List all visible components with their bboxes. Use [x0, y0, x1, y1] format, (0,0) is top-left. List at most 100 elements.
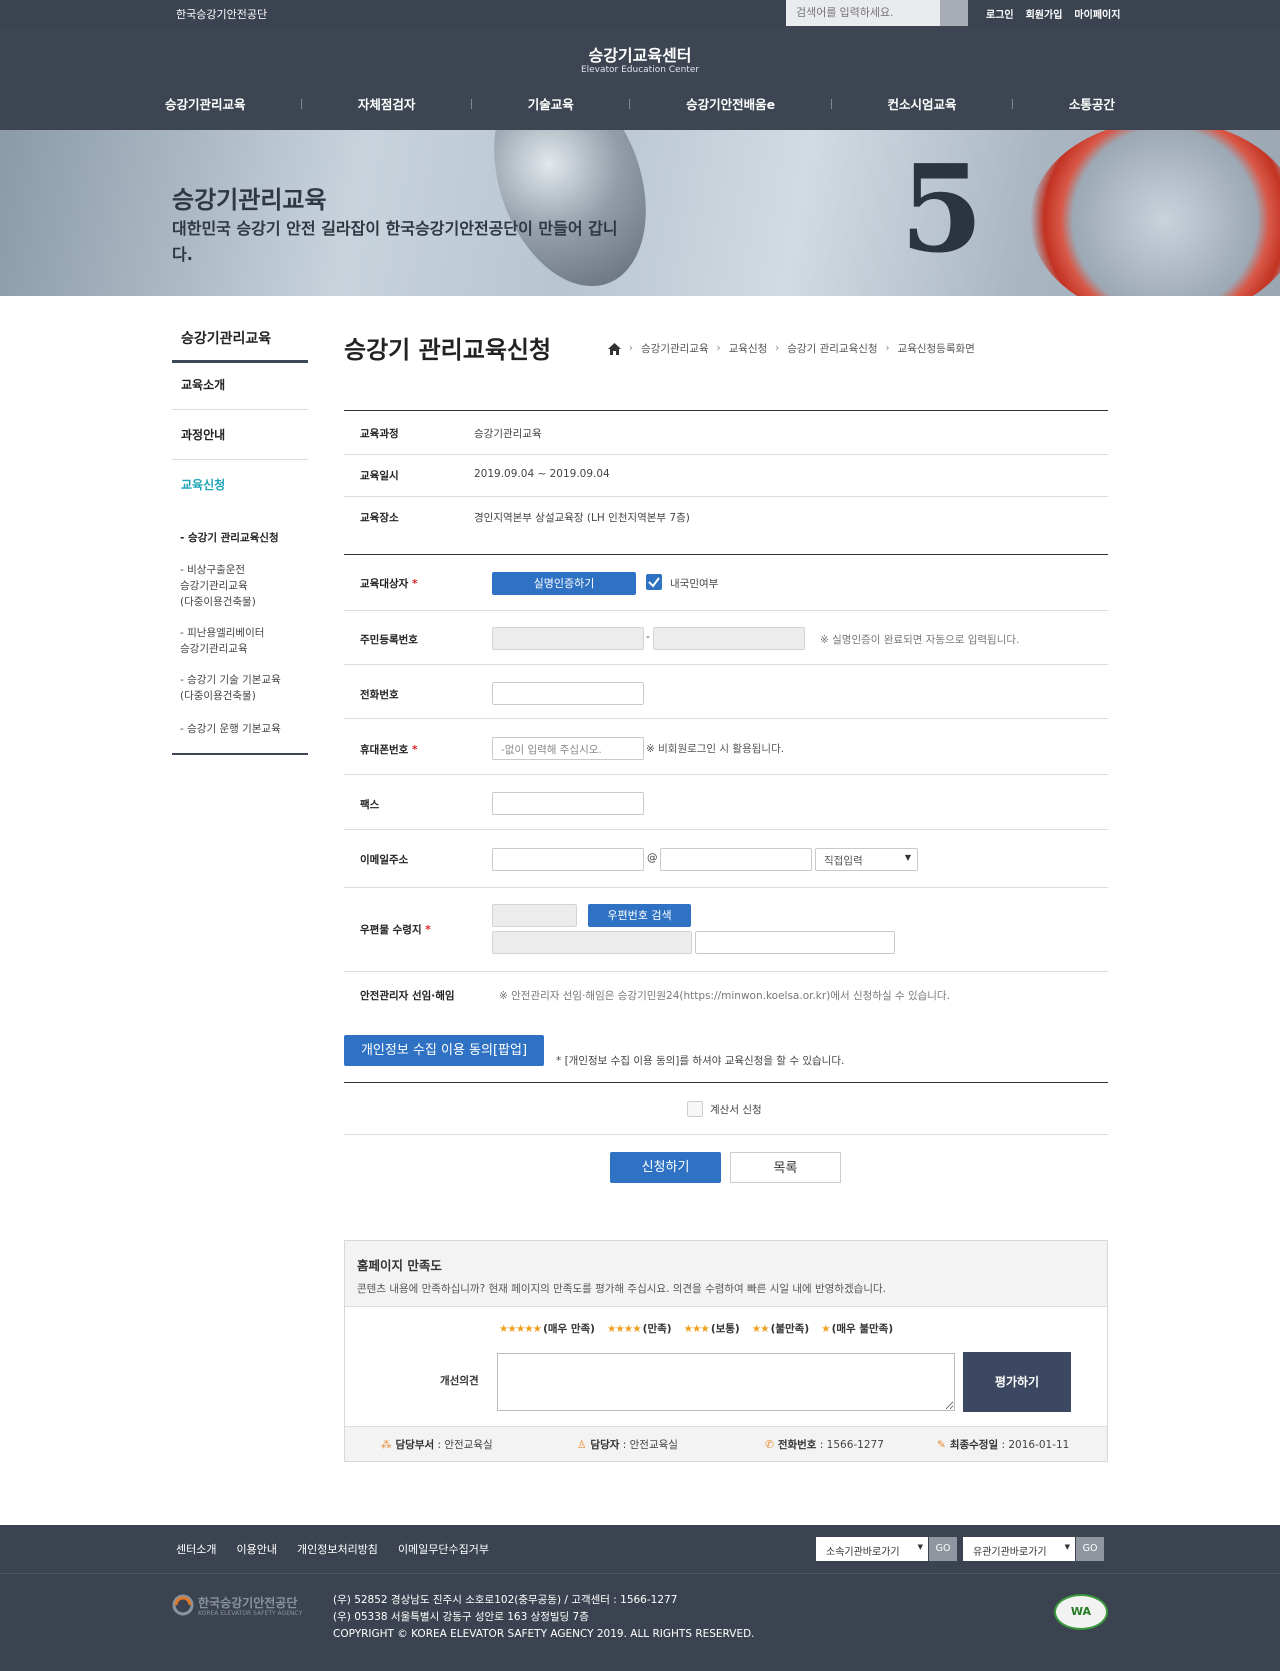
real-name-auth-button[interactable]: 실명인증하기 — [492, 572, 636, 595]
email-id-input[interactable] — [492, 848, 644, 871]
list-button[interactable]: 목록 — [730, 1152, 841, 1183]
related-select[interactable]: 유관기관바로가기 ▼ — [963, 1537, 1075, 1561]
row-divider — [344, 774, 1108, 775]
page-title: 승강기 관리교육신청 — [344, 336, 552, 364]
agency-logo-icon — [172, 1594, 194, 1616]
lnb-sub-tech-basic[interactable]: - 승강기 기술 기본교육 (다중이용건축물) — [180, 672, 310, 704]
agency-logo-en: KOREA ELEVATOR SAFETY AGENCY — [198, 1610, 303, 1617]
lnb-item-apply[interactable]: 교육신청 — [172, 460, 308, 510]
web-accessibility-mark: WA — [1054, 1594, 1108, 1630]
chevron-right-icon: › — [716, 343, 721, 354]
nav-item-self-inspector[interactable]: 자체점검자 — [358, 94, 416, 113]
mypage-link[interactable]: 마이페이지 — [1074, 6, 1120, 21]
nav-item-community[interactable]: 소통공간 — [1069, 94, 1115, 113]
hero-decoration — [466, 130, 674, 296]
breadcrumb-item[interactable]: 승강기관리교육 — [641, 341, 709, 356]
lnb-sub-operation-basic[interactable]: - 승강기 운행 기본교육 — [180, 721, 310, 737]
footer-link-guide[interactable]: 이용안내 — [236, 1541, 276, 1557]
lnb-sub-mgmt-apply[interactable]: - 승강기 관리교육신청 — [180, 530, 310, 546]
rrn-back-input[interactable] — [653, 627, 805, 650]
home-icon[interactable] — [608, 342, 621, 355]
lnb-item-intro[interactable]: 교육소개 — [172, 360, 308, 410]
search-button[interactable] — [940, 0, 968, 26]
row-divider — [344, 1134, 1108, 1135]
site-logo[interactable]: 승강기교육센터 — [0, 42, 1280, 66]
star-icon: ★★★★ — [606, 1323, 642, 1335]
course-value: 승강기관리교육 — [474, 428, 542, 440]
rrn-front-input[interactable] — [492, 627, 644, 650]
email-label: 이메일주소 — [360, 854, 409, 866]
rate-submit-button[interactable]: 평가하기 — [963, 1352, 1071, 1412]
star-icon: ★★ — [751, 1323, 770, 1335]
tel-info: ✆ 전화번호 : 1566-1277 — [765, 1439, 884, 1451]
rating-option-1[interactable]: ★ (매우 불만족) — [821, 1321, 893, 1336]
footer-nav: 센터소개 이용안내 개인정보처리방침 이메일무단수집거부 소속기관바로가기 ▼ G… — [0, 1525, 1280, 1573]
nav-item-consortium[interactable]: 컨소시엄교육 — [888, 94, 957, 113]
address-detail-input[interactable] — [695, 931, 895, 954]
rrn-dash: - — [646, 631, 650, 643]
comment-label: 개선의견 — [440, 1375, 479, 1387]
footer-links: 센터소개 이용안내 개인정보처리방침 이메일무단수집거부 — [176, 1541, 489, 1557]
dropdown-arrow-icon: ▼ — [904, 853, 911, 862]
rrn-label: 주민등록번호 — [360, 634, 418, 646]
satisfaction-desc: 콘텐츠 내용에 만족하십니까? 현재 페이지의 만족도를 평가해 주십시요. 의… — [357, 1283, 886, 1295]
chevron-right-icon: › — [775, 343, 780, 354]
lnb-item-course[interactable]: 과정안내 — [172, 410, 308, 460]
form-table-top — [344, 554, 1108, 555]
footer-link-about[interactable]: 센터소개 — [176, 1541, 216, 1557]
mobile-input[interactable]: -없이 입력해 주십시오. — [492, 737, 644, 760]
address-input[interactable] — [492, 931, 692, 954]
affiliate-go-button[interactable]: GO — [929, 1537, 957, 1561]
satisfaction-header: 홈페이지 만족도 콘텐츠 내용에 만족하십니까? 현재 페이지의 만족도를 평가… — [345, 1241, 1107, 1307]
phone-input[interactable] — [492, 682, 644, 705]
copyright: COPYRIGHT © KOREA ELEVATOR SAFETY AGENCY… — [333, 1628, 755, 1640]
nav-item-management[interactable]: 승강기관리교육 — [165, 94, 246, 113]
org-name[interactable]: 한국승강기안전공단 — [176, 6, 267, 22]
rating-option-3[interactable]: ★★★ (보통) — [684, 1321, 740, 1336]
consent-divider — [344, 1082, 1108, 1083]
domestic-checkbox[interactable] — [646, 574, 662, 590]
email-domain-input[interactable] — [660, 848, 812, 871]
breadcrumb-item: 교육신청등록화면 — [897, 343, 975, 355]
zipcode-input[interactable] — [492, 904, 577, 927]
breadcrumb-item[interactable]: 승강기 관리교육신청 — [787, 341, 877, 356]
dept-info: ⁂ 담당부서 : 안전교육실 — [381, 1439, 493, 1451]
login-link[interactable]: 로그인 — [986, 6, 1014, 21]
satisfaction-title: 홈페이지 만족도 — [357, 1258, 442, 1273]
hero-banner: 5 승강기관리교육 대한민국 승강기 안전 길라잡이 한국승강기안전공단이 만들… — [0, 130, 1280, 296]
rating-option-5[interactable]: ★★★★★ (매우 만족) — [499, 1321, 595, 1336]
dropdown-arrow-icon: ▼ — [917, 1543, 923, 1551]
rating-option-2[interactable]: ★★ (불만족) — [752, 1321, 809, 1336]
row-divider — [344, 971, 1108, 972]
nav-item-elearning[interactable]: 승강기안전배움e — [686, 94, 775, 113]
row-divider — [344, 496, 1108, 497]
place-value: 경인지역본부 상설교육장 (LH 인천지역본부 7층) — [474, 512, 690, 524]
footer-link-email-refusal[interactable]: 이메일무단수집거부 — [398, 1541, 489, 1557]
email-domain-select[interactable]: 직접입력 ▼ — [815, 848, 918, 871]
date-label: 교육일시 — [360, 470, 399, 482]
lnb-sub-evacuation[interactable]: - 피난용엘리베이터 승강기관리교육 — [180, 625, 310, 657]
lnb-divider — [172, 753, 308, 755]
zipcode-search-button[interactable]: 우편번호 검색 — [588, 904, 691, 927]
main-nav: 승강기관리교육 자체점검자 기술교육 승강기안전배움e 컨소시엄교육 소통공간 — [165, 94, 1115, 113]
comment-textarea[interactable] — [497, 1353, 955, 1411]
search-input[interactable] — [786, 0, 940, 26]
breadcrumb-item[interactable]: 교육신청 — [729, 341, 768, 356]
signup-link[interactable]: 회원가입 — [1026, 6, 1063, 21]
rating-options: ★★★★★ (매우 만족) ★★★★ (만족) ★★★ (보통) ★★ (불만족) ★(… — [499, 1321, 893, 1336]
lnb-sub-emergency[interactable]: - 비상구출운전 승강기관리교육 (다중이용건축물) — [180, 562, 310, 610]
nav-item-tech[interactable]: 기술교육 — [528, 94, 574, 113]
privacy-consent-button[interactable]: 개인정보 수집 이용 동의[팝업] — [344, 1035, 544, 1066]
submit-button[interactable]: 신청하기 — [610, 1152, 721, 1183]
invoice-checkbox[interactable] — [687, 1101, 703, 1117]
related-go-button[interactable]: GO — [1076, 1537, 1104, 1561]
chevron-right-icon: › — [885, 343, 890, 354]
footer-link-privacy[interactable]: 개인정보처리방침 — [297, 1541, 378, 1557]
rating-option-4[interactable]: ★★★★ (만족) — [607, 1321, 672, 1336]
person-info: ♙ 담당자 : 안전교육실 — [577, 1439, 678, 1451]
row-divider — [344, 718, 1108, 719]
breadcrumb: › 승강기관리교육 › 교육신청 › 승강기 관리교육신청 › 교육신청등록화면 — [608, 341, 975, 356]
affiliate-select[interactable]: 소속기관바로가기 ▼ — [816, 1537, 928, 1561]
email-at: @ — [647, 852, 658, 864]
fax-input[interactable] — [492, 792, 644, 815]
